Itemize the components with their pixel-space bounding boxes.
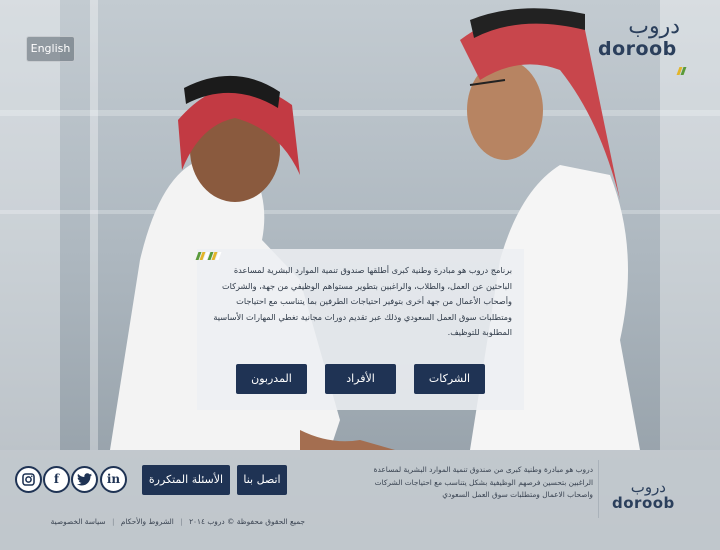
logo-arabic-text: دروب xyxy=(628,14,680,39)
individuals-button[interactable]: الأفراد xyxy=(325,364,396,394)
twitter-icon[interactable] xyxy=(71,466,98,493)
intro-card: برنامج دروب هو مبادرة وطنية كبرى أطلقها … xyxy=(195,249,524,410)
footer-divider xyxy=(598,460,599,518)
doroob-logo[interactable]: دروب doroob xyxy=(598,14,698,75)
companies-button[interactable]: الشركات xyxy=(414,364,485,394)
program-description: برنامج دروب هو مبادرة وطنية كبرى أطلقها … xyxy=(213,265,512,337)
footer-legal-links: جميع الحقوق محفوظة © دروب ٢٠١٤ | الشروط … xyxy=(40,517,305,526)
footer-description: دروب هو مبادرة وطنية كبرى من صندوق تنمية… xyxy=(373,465,593,500)
terms-link[interactable]: الشروط والأحكام xyxy=(121,517,174,526)
language-toggle-button[interactable]: English xyxy=(26,36,75,62)
contact-us-button[interactable]: اتصل بنا xyxy=(237,465,287,495)
privacy-link[interactable]: سياسة الخصوصية xyxy=(51,517,106,526)
logo-stripes xyxy=(676,60,687,79)
logo-english-text: doroob xyxy=(598,38,677,60)
separator: | xyxy=(111,517,115,526)
instagram-icon[interactable] xyxy=(15,466,42,493)
facebook-icon[interactable]: f xyxy=(43,466,70,493)
card-accent-stripes xyxy=(195,245,222,264)
audience-buttons: الشركات الأفراد المدربون xyxy=(236,364,486,394)
separator: | xyxy=(180,517,183,526)
linkedin-icon[interactable]: in xyxy=(100,466,127,493)
trainers-button[interactable]: المدربون xyxy=(236,364,307,394)
copyright-text: جميع الحقوق محفوظة © دروب ٢٠١٤ xyxy=(189,517,305,526)
faq-button[interactable]: الأسئلة المتكررة xyxy=(142,465,230,495)
footer-logo[interactable]: دروب doroob xyxy=(612,478,692,518)
footer-logo-english: doroob xyxy=(612,494,675,512)
footer: دروب doroob دروب هو مبادرة وطنية كبرى من… xyxy=(0,450,720,550)
